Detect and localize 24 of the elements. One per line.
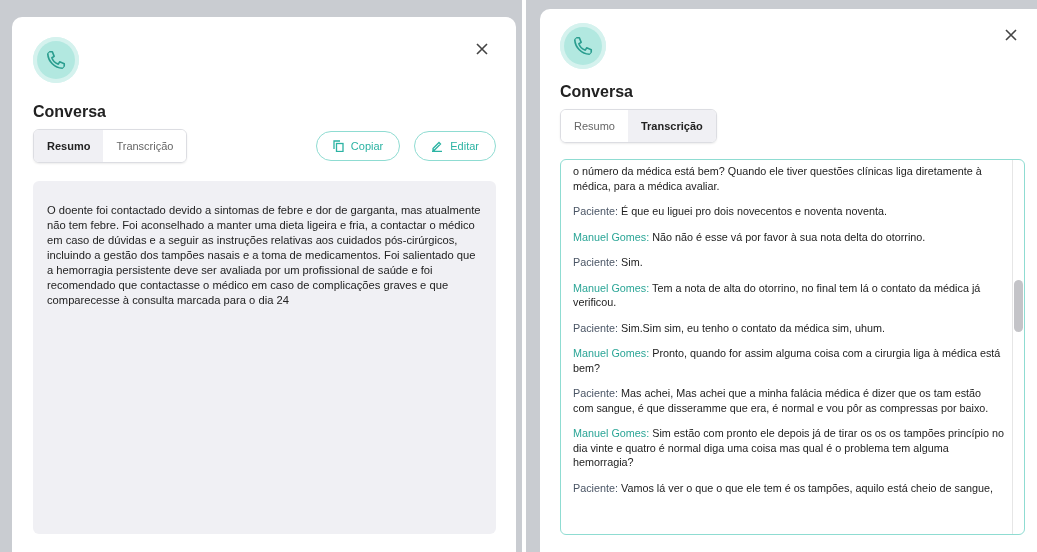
scrollbar[interactable] <box>1012 160 1024 534</box>
summary-text: O doente foi contactado devido a sintomas de febre e dor de garganta, mas atualmente não tem febre. Foi aconselhado a manter uma dieta ligeira e fria, a contactar o médico em caso de dúvidas e a seguir as instruções relativas aos cuidados pós-cirúrgicos, incluindo a gestão dos tampões nasais e a toma de medicamentos. Foi salientado que a hemorragia persistente deve ser avaliada por um profissional de saúde e foi recomendado que contactasse o médico em caso de complicações graves e que comparecesse à consulta marcada para o dia 24 <box>47 203 482 308</box>
transcript-message: Manuel Gomes: Sim estão com pronto ele depois já de tirar os os os tampões princípio no dia vinte e quatro é normal diga uma coisa mas qual é o problema tem alguma hemorragia? <box>573 426 1004 470</box>
close-icon[interactable] <box>1005 29 1017 41</box>
pencil-icon <box>431 140 444 152</box>
tab[interactable]: Resumo <box>34 130 104 162</box>
transcript-message: Paciente: Sim. <box>573 255 644 270</box>
transcript-message: Paciente: Sim.Sim sim, eu tenho o contato da médica sim, uhum. <box>573 320 887 335</box>
tab[interactable]: Resumo <box>561 110 628 142</box>
transcript-message: Paciente: Vamos lá ver o que o que ele tem é os tampões, aquilo está cheio de sangue, <box>573 480 994 495</box>
tab[interactable]: Transcrição <box>103 130 187 162</box>
tab[interactable]: Transcrição <box>627 110 716 142</box>
copy-icon <box>332 140 344 152</box>
dialog-title: Conversa <box>33 103 107 121</box>
transcript-message: Manuel Gomes: Tem a nota de alta do otorrino, no final tem lá o contato da médica já verificou. <box>573 280 982 310</box>
close-icon[interactable] <box>476 43 488 55</box>
phone-icon <box>560 23 606 69</box>
transcript-message: Paciente: É que eu liguei pro dois novecentos e noventa noventa. <box>573 204 888 219</box>
transcript-message: Paciente: Mas achei, Mas achei que a minha falácia médica é dizer que os tam estão com sangue, é que disseramme que era, é normal e vou pôr as compressas por baixo. <box>573 386 990 415</box>
dialog-title: Conversa <box>560 83 634 101</box>
transcript-message: Manuel Gomes: Pronto, quando for assim alguma coisa com a cirurgia liga à médica está bem? <box>573 346 1002 375</box>
transcript-message: Manuel Gomes: Não não é esse vá por favor à sua nota delta do otorrino. <box>573 229 927 244</box>
phone-icon <box>33 37 79 83</box>
transcript-message: o número da médica está bem? Quando ele tiver questões clínicas liga diretamente à médica, para a médica avaliar. <box>573 164 983 193</box>
